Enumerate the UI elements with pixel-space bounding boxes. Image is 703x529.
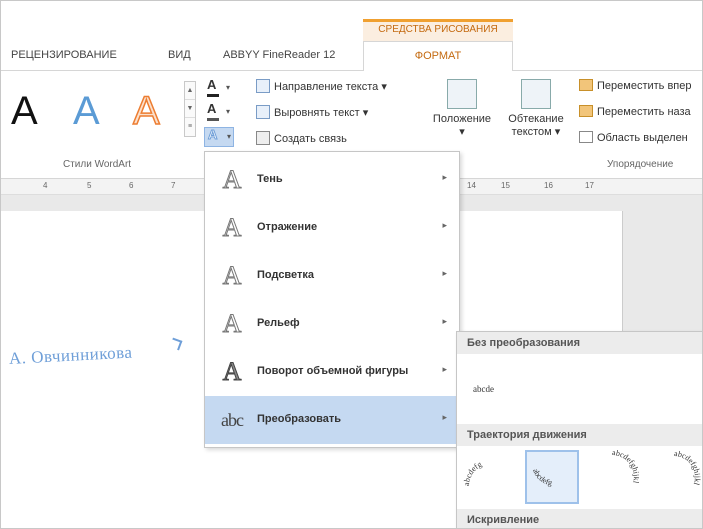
selection-pane-command[interactable]: Область выделен <box>579 131 688 144</box>
path-circle-option[interactable]: abcdefghijkl <box>585 450 639 504</box>
ribbon-tabs: РЕЦЕНЗИРОВАНИЕ ВИД ABBYY FineReader 12 Ф… <box>1 41 702 72</box>
chevron-right-icon: ▸ <box>442 220 447 230</box>
no-transform-option[interactable]: abcde <box>473 384 494 394</box>
context-group-label: СРЕДСТВА РИСОВАНИЯ <box>378 24 498 35</box>
chevron-right-icon: ▸ <box>442 268 447 278</box>
transform-submenu: Без преобразования abcde Траектория движ… <box>456 331 702 528</box>
ruler-tick: 5 <box>87 181 92 190</box>
bring-forward-icon <box>579 79 593 91</box>
glow-icon: A <box>222 261 242 290</box>
shadow-icon: A <box>222 165 242 194</box>
wordart-text[interactable]: А. Овчинникова <box>8 343 133 369</box>
ruler-tick: 7 <box>171 181 176 190</box>
wrap-text-button[interactable]: Обтекание текстом ▾ <box>501 79 571 139</box>
ruler-tick: 4 <box>43 181 48 190</box>
path-circle-text: abcdefghijkl <box>612 450 639 485</box>
text-outline-icon: A <box>207 101 217 116</box>
scroll-down-icon[interactable]: ▼ <box>185 100 195 118</box>
selection-pane-icon <box>579 131 593 143</box>
wordart-style-orange[interactable]: A <box>132 88 160 134</box>
menu-item-bevel[interactable]: A Рельеф ▸ <box>205 300 459 348</box>
follow-path-header: Траектория движения <box>457 424 702 446</box>
position-icon <box>447 79 477 109</box>
ruler-tick: 16 <box>544 181 553 190</box>
text-effects-icon: A <box>207 127 218 143</box>
ruler-tick: 14 <box>467 181 476 190</box>
link-icon <box>256 131 270 145</box>
menu-item-reflection[interactable]: A Отражение ▸ <box>205 204 459 252</box>
no-transform-header: Без преобразования <box>457 332 702 354</box>
tab-format[interactable]: ФОРМАТ <box>363 41 513 72</box>
ruler-tick: 6 <box>129 181 134 190</box>
wordart-rotate-handle[interactable] <box>169 337 183 351</box>
path-arch-down-text: abcdefg <box>531 467 553 487</box>
text-effects-menu: A Тень ▸ A Отражение ▸ A Подсветка ▸ A Р… <box>204 151 460 448</box>
position-button[interactable]: Положение ▾ <box>427 79 497 139</box>
chevron-down-icon: ▾ <box>226 83 231 92</box>
send-backward-icon <box>579 105 593 117</box>
drawing-tools-context-group: СРЕДСТВА РИСОВАНИЯ <box>363 19 513 41</box>
arrange-group-label: Упорядочение <box>607 159 674 170</box>
chevron-right-icon: ▸ <box>442 172 447 182</box>
3d-rotation-icon: A <box>222 357 242 386</box>
menu-item-glow[interactable]: A Подсветка ▸ <box>205 252 459 300</box>
menu-item-3d-rotation[interactable]: A Поворот объемной фигуры ▸ <box>205 348 459 396</box>
tab-abbyy[interactable]: ABBYY FineReader 12 <box>223 49 335 61</box>
reflection-icon: A <box>222 213 242 242</box>
word-window: СРЕДСТВА РИСОВАНИЯ РЕЦЕНЗИРОВАНИЕ ВИД AB… <box>0 0 703 529</box>
arch-up-icon: abcdefg <box>463 460 483 487</box>
chevron-right-icon: ▸ <box>442 364 447 374</box>
text-outline-button[interactable]: A ▾ <box>204 101 234 123</box>
create-link-command[interactable]: Создать связь <box>256 131 347 145</box>
text-direction-command[interactable]: Направление текста ▾ <box>256 79 387 93</box>
chevron-right-icon: ▸ <box>442 316 447 326</box>
svg-text:abcdefghijkl: abcdefghijkl <box>612 450 639 485</box>
align-text-command[interactable]: Выровнять текст ▾ <box>256 105 368 119</box>
wordart-gallery-scroll[interactable]: ▲ ▼ ≡ <box>184 81 196 137</box>
send-backward-command[interactable]: Переместить наза <box>579 105 691 118</box>
bevel-icon: A <box>222 309 242 338</box>
text-effects-button[interactable]: A ▾ <box>204 127 234 147</box>
text-fill-icon: A <box>207 77 217 92</box>
chevron-down-icon: ▾ <box>226 107 231 116</box>
align-text-icon <box>256 105 270 119</box>
text-fill-button[interactable]: A ▾ <box>204 77 234 99</box>
ruler-tick: 15 <box>501 181 510 190</box>
wordart-style-black[interactable]: A <box>11 89 38 134</box>
wordart-style-blue[interactable]: A <box>73 89 100 134</box>
warp-header: Искривление <box>457 509 702 528</box>
arch-down-icon: abcdefg <box>531 467 553 487</box>
svg-text:abcdefghijkl: abcdefghijkl <box>674 450 701 487</box>
chevron-right-icon: ▸ <box>442 412 447 422</box>
tab-review[interactable]: РЕЦЕНЗИРОВАНИЕ <box>11 49 117 61</box>
path-arch-down-option[interactable]: abcdefg <box>525 450 579 504</box>
wrap-text-icon <box>521 79 551 109</box>
chevron-down-icon: ▾ <box>227 132 232 141</box>
tab-view[interactable]: ВИД <box>168 49 191 61</box>
svg-text:abcdefg: abcdefg <box>463 460 483 487</box>
bring-forward-command[interactable]: Переместить впер <box>579 79 691 92</box>
ruler-tick: 17 <box>585 181 594 190</box>
svg-text:abcdefg: abcdefg <box>531 467 553 487</box>
wordart-styles-group-label: Стили WordArt <box>63 159 132 170</box>
gallery-expand-icon[interactable]: ≡ <box>185 118 195 136</box>
menu-item-shadow[interactable]: A Тень ▸ <box>205 156 459 204</box>
text-direction-icon <box>256 79 270 93</box>
path-button-text: abcdefghijkl <box>674 450 701 487</box>
menu-item-transform[interactable]: abc Преобразовать ▸ <box>205 396 459 444</box>
circle-text-icon: abcdefghijkl <box>612 450 639 485</box>
path-arch-up-text: abcdefg <box>463 460 483 487</box>
path-button-option[interactable]: abcdefghijkl <box>647 450 701 504</box>
path-arch-up-option[interactable]: abcdefg <box>463 450 517 504</box>
scroll-up-icon[interactable]: ▲ <box>185 82 195 100</box>
transform-icon: abc <box>221 410 244 430</box>
button-text-icon: abcdefghijkl <box>674 450 701 487</box>
